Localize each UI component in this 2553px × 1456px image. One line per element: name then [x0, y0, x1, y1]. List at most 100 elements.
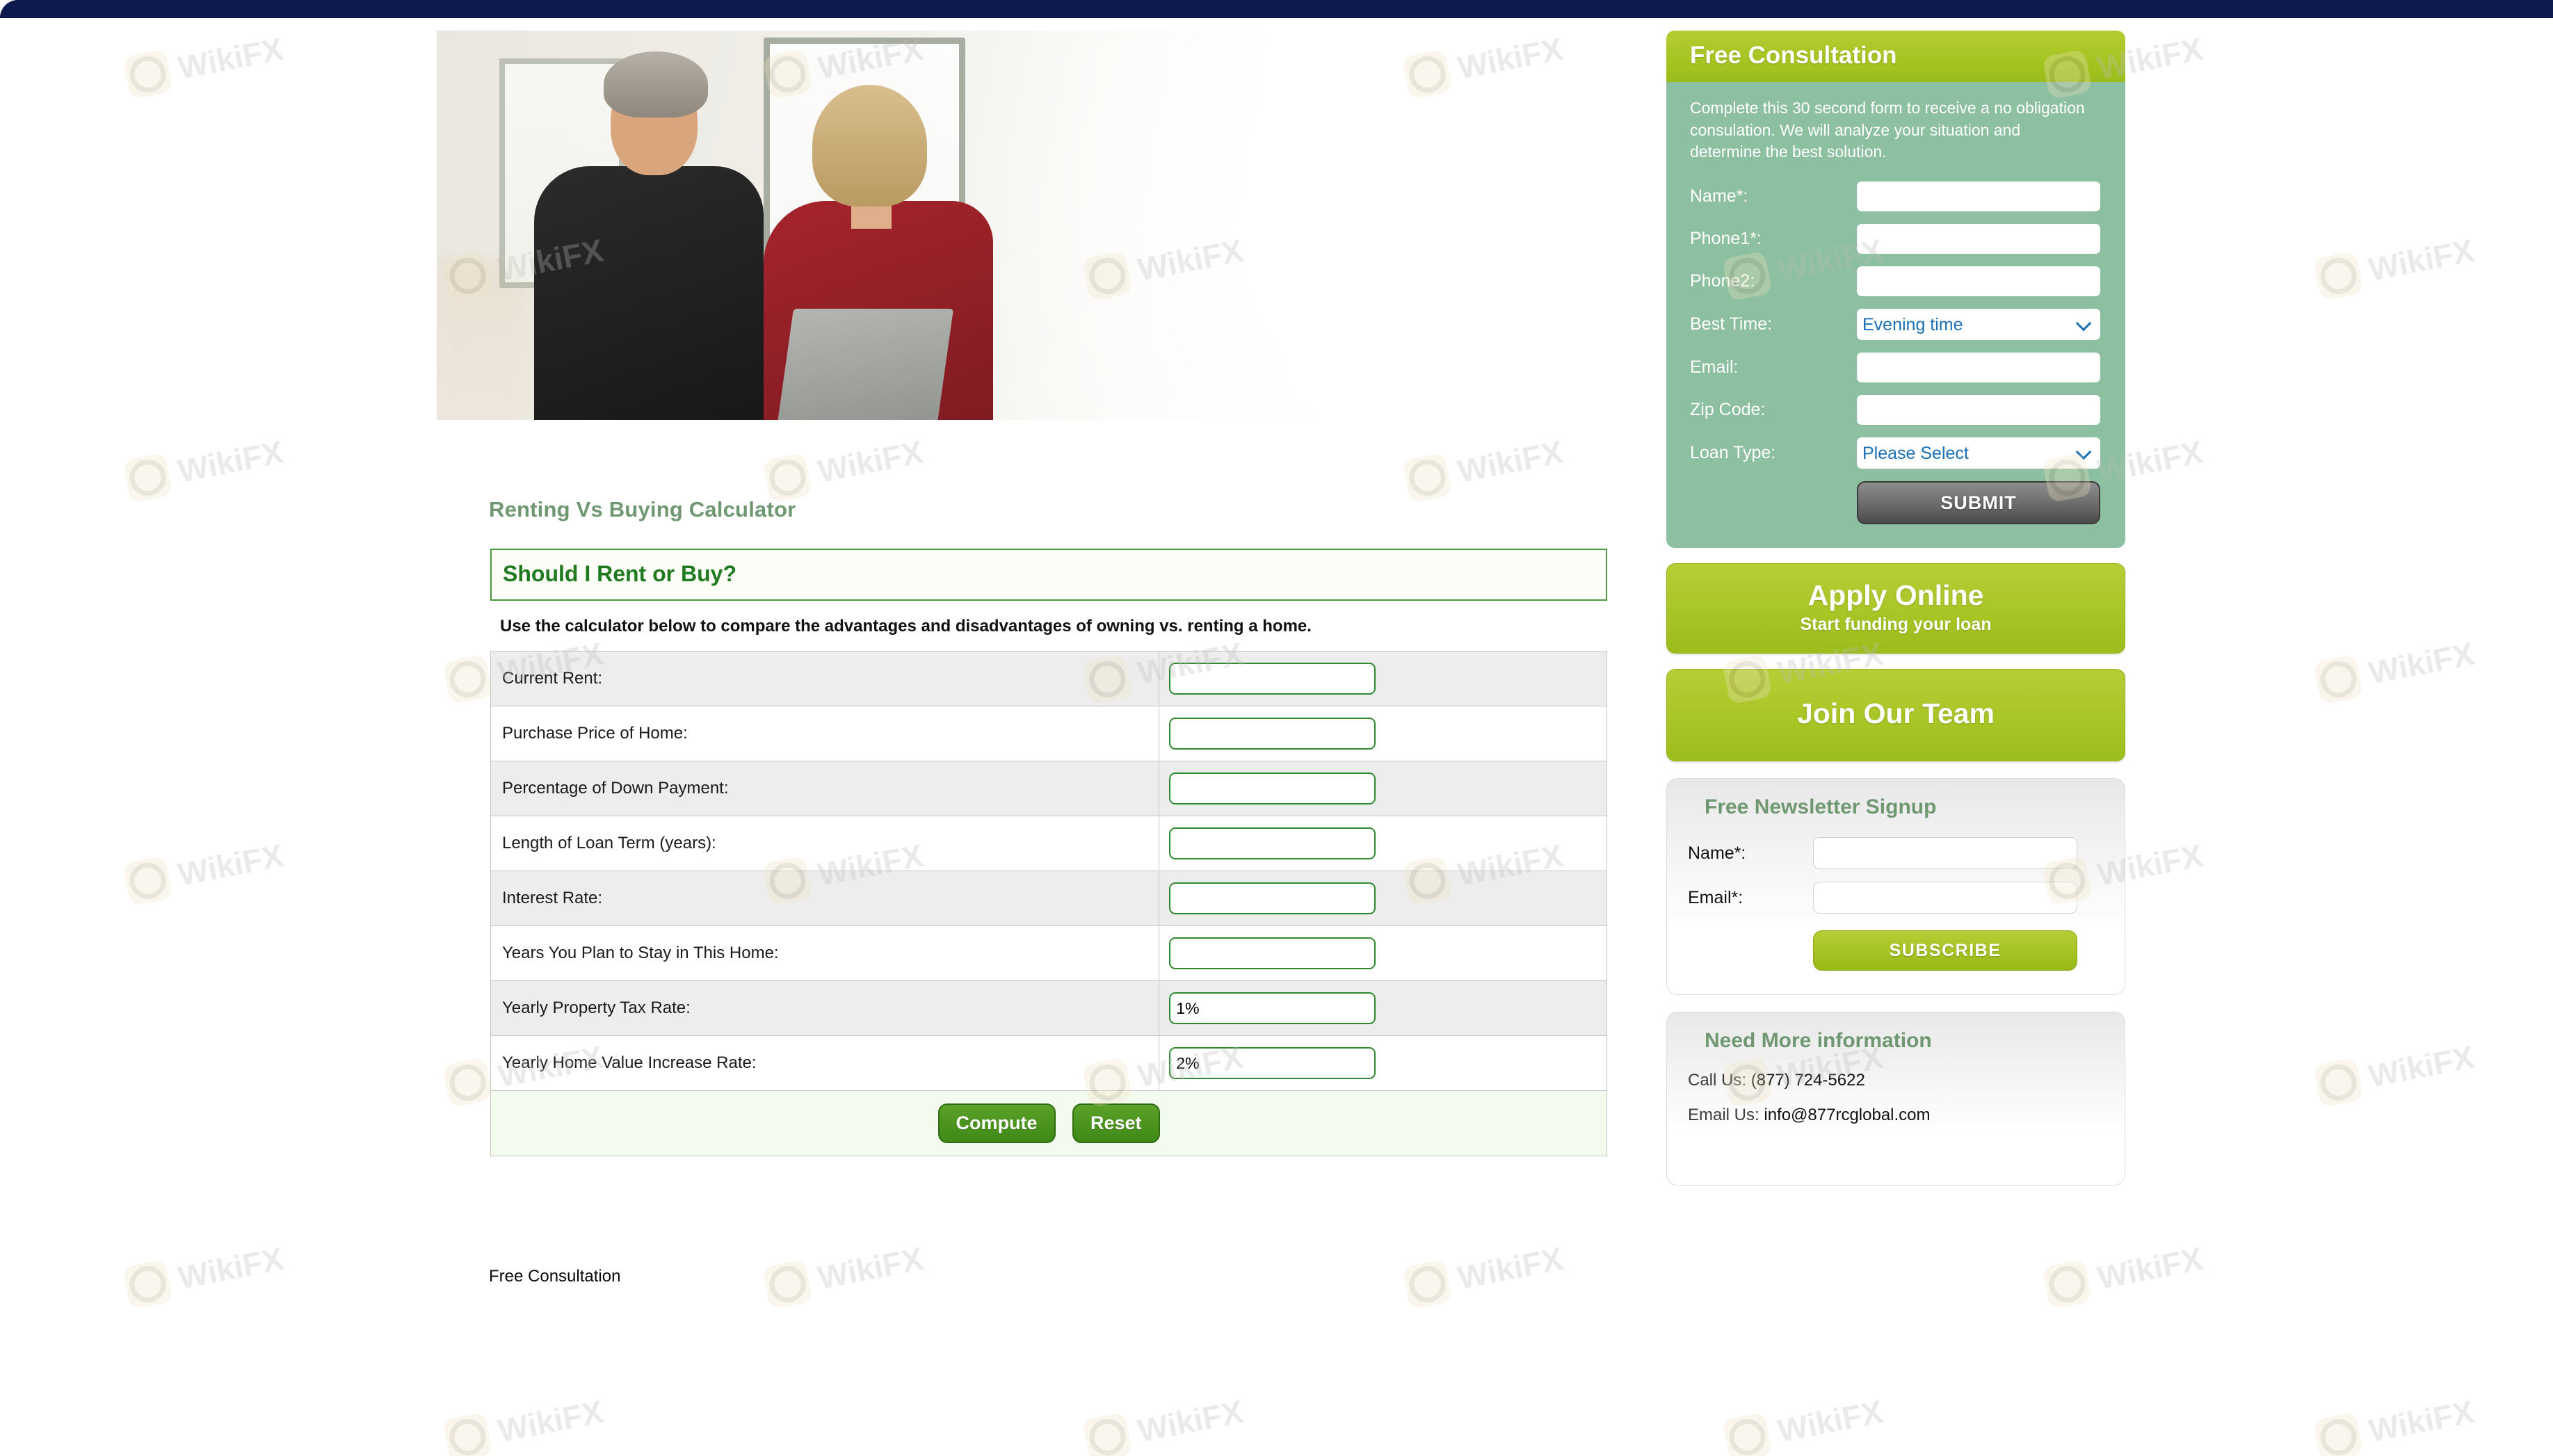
join-our-team-title: Join Our Team	[1796, 697, 1995, 730]
watermark: WikiFX	[2313, 1035, 2478, 1108]
calculator-panel: Should I Rent or Buy? Use the calculator…	[490, 549, 1607, 1157]
email-us-value[interactable]: info@877rcglobal.com	[1764, 1106, 1930, 1124]
input-interest-rate[interactable]	[1169, 882, 1376, 915]
field-label: Loan Type:	[1690, 443, 1776, 463]
consultation-field-loan-type: Loan Type: Please Select	[1690, 437, 2102, 469]
consultation-field-phone2: Phone2:	[1690, 266, 2102, 297]
best-time-select-wrapper: Evening time	[1857, 309, 2100, 341]
watermark-logo-icon	[2313, 250, 2364, 302]
table-row: Interest Rate:	[490, 871, 1607, 927]
watermark-logo-icon	[442, 1411, 493, 1456]
table-row: Length of Loan Term (years):	[490, 816, 1607, 872]
calculator-intro: Use the calculator below to compare the …	[500, 617, 1312, 636]
calculator-actions-cell: Compute Reset	[490, 1090, 1607, 1157]
row-field	[1159, 1035, 1607, 1092]
submit-button[interactable]: SUBMIT	[1857, 481, 2100, 525]
row-field	[1159, 761, 1607, 817]
row-label: Current Rent:	[490, 651, 1160, 707]
watermark-logo-icon	[122, 1259, 173, 1310]
consultation-submit-row: SUBMIT	[1690, 481, 2102, 525]
join-our-team-promo[interactable]: Join Our Team	[1666, 669, 2125, 762]
watermark-text: WikiFX	[1454, 1240, 1566, 1296]
watermark-text: WikiFX	[2365, 232, 2477, 288]
free-consultation-link[interactable]: Free Consultation	[489, 1267, 620, 1286]
watermark-text: WikiFX	[175, 1240, 287, 1296]
watermark-text: WikiFX	[1454, 433, 1566, 490]
watermark-logo-icon	[762, 452, 813, 503]
newsletter-name-input[interactable]	[1813, 837, 2077, 870]
loan-type-select-wrapper: Please Select	[1857, 437, 2100, 469]
input-current-rent[interactable]	[1169, 663, 1376, 695]
watermark-logo-icon	[1402, 452, 1453, 503]
table-row: Yearly Home Value Increase Rate:	[490, 1035, 1607, 1092]
watermark: WikiFX	[2313, 1390, 2478, 1456]
watermark-text: WikiFX	[2365, 1393, 2477, 1449]
call-us-line: Call Us: (877) 724-5622	[1688, 1071, 2104, 1090]
consultation-email-input[interactable]	[1857, 353, 2100, 383]
top-navy-bar	[0, 0, 2553, 18]
calculator-table: Current Rent: Purchase Price of Home: Pe…	[490, 651, 1607, 1157]
input-purchase-price[interactable]	[1169, 718, 1376, 750]
watermark-logo-icon	[1082, 1411, 1133, 1456]
row-label: Length of Loan Term (years):	[490, 816, 1160, 872]
watermark: WikiFX	[2042, 1237, 2207, 1310]
loan-type-select[interactable]: Please Select	[1857, 437, 2100, 469]
consultation-phone1-input[interactable]	[1857, 224, 2100, 254]
row-label: Purchase Price of Home:	[490, 706, 1160, 762]
consultation-field-best-time: Best Time: Evening time	[1690, 309, 2102, 341]
watermark: WikiFX	[1722, 1390, 1887, 1456]
consultation-field-email: Email:	[1690, 353, 2102, 383]
compute-button[interactable]: Compute	[937, 1103, 1056, 1144]
input-property-tax-rate[interactable]	[1169, 992, 1376, 1025]
watermark-text: WikiFX	[494, 1393, 606, 1449]
apply-online-subtitle: Start funding your loan	[1800, 615, 1992, 635]
calculator-actions-row: Compute Reset	[490, 1090, 1607, 1157]
watermark: WikiFX	[122, 430, 287, 503]
row-field	[1159, 651, 1607, 707]
watermark-text: WikiFX	[175, 433, 287, 490]
watermark-text: WikiFX	[175, 836, 287, 893]
watermark: WikiFX	[2313, 632, 2478, 705]
watermark: WikiFX	[122, 27, 287, 100]
newsletter-card: Free Newsletter Signup Name*: Email*: SU…	[1666, 778, 2125, 996]
input-years-to-stay[interactable]	[1169, 937, 1376, 970]
watermark: WikiFX	[1402, 1237, 1567, 1310]
table-row: Purchase Price of Home:	[490, 706, 1607, 762]
consultation-field-name: Name*:	[1690, 181, 2102, 212]
input-loan-term[interactable]	[1169, 827, 1376, 860]
input-home-value-increase-rate[interactable]	[1169, 1047, 1376, 1080]
apply-online-promo[interactable]: Apply Online Start funding your loan	[1666, 563, 2125, 654]
more-information-card: Need More information Call Us: (877) 724…	[1666, 1012, 2125, 1186]
watermark-text: WikiFX	[2094, 1240, 2206, 1296]
table-row: Yearly Property Tax Rate:	[490, 980, 1607, 1037]
reset-button[interactable]: Reset	[1072, 1103, 1160, 1144]
field-label: Best Time:	[1690, 314, 1773, 334]
sidebar: Free Consultation Complete this 30 secon…	[1666, 31, 2125, 1186]
row-field	[1159, 816, 1607, 872]
row-field	[1159, 925, 1607, 982]
consultation-name-input[interactable]	[1857, 181, 2100, 212]
consultation-description: Complete this 30 second form to receive …	[1690, 99, 2085, 161]
call-us-label: Call Us:	[1688, 1071, 1747, 1090]
watermark-logo-icon	[122, 49, 173, 100]
watermark: WikiFX	[1402, 430, 1567, 503]
page-title: Renting Vs Buying Calculator	[489, 497, 796, 521]
hero-person-man-hair	[604, 51, 708, 118]
email-us-label: Email Us:	[1688, 1106, 1759, 1125]
email-us-line: Email Us: info@877rcglobal.com	[1688, 1106, 2104, 1125]
watermark-logo-icon	[122, 855, 173, 907]
input-down-payment-percent[interactable]	[1169, 773, 1376, 805]
table-row: Years You Plan to Stay in This Home:	[490, 925, 1607, 982]
watermark-logo-icon	[762, 1259, 813, 1310]
consultation-phone2-input[interactable]	[1857, 266, 2100, 297]
field-label: Phone2:	[1690, 271, 1755, 291]
best-time-select[interactable]: Evening time	[1857, 309, 2100, 341]
consultation-zip-input[interactable]	[1857, 395, 2100, 426]
subscribe-button[interactable]: SUBSCRIBE	[1813, 930, 2077, 971]
row-label: Years You Plan to Stay in This Home:	[490, 925, 1160, 982]
row-label: Interest Rate:	[490, 871, 1160, 927]
newsletter-email-input[interactable]	[1813, 882, 2077, 914]
row-label: Yearly Property Tax Rate:	[490, 980, 1160, 1037]
hero-person-woman-hair	[812, 85, 927, 207]
watermark-text: WikiFX	[814, 433, 926, 490]
